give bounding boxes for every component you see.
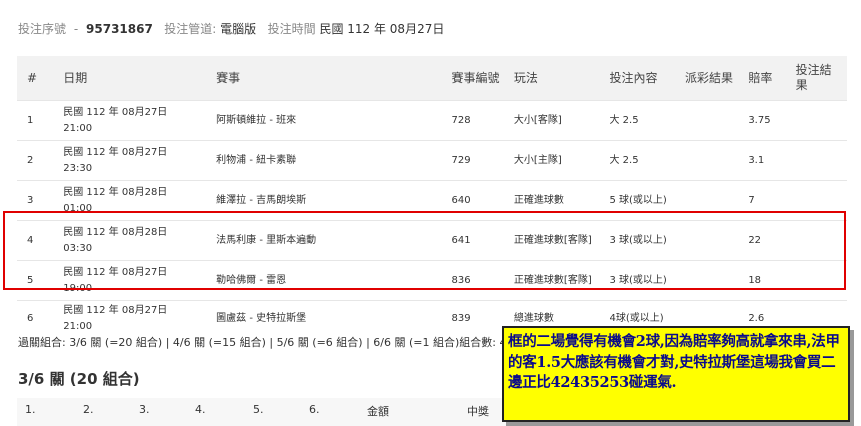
row-datetime: 民國 112 年 08月27日 21:00 <box>57 300 211 337</box>
row-date: 民國 112 年 08月27日 <box>63 305 168 316</box>
combo-subtitle: 3/6 關 (20 組合) <box>18 370 140 388</box>
col-header-match: 賽事 <box>210 56 446 101</box>
row-time: 23:30 <box>63 162 93 174</box>
combo-col-1: 1. <box>25 403 36 416</box>
row-payout <box>678 100 743 141</box>
row-datetime: 民國 112 年 08月27日 23:30 <box>57 140 211 181</box>
row-match-id: 728 <box>445 100 508 141</box>
time-label: 投注時間 <box>267 22 316 36</box>
annotation-note: 框的二場覺得有機會2球,因為賠率夠高就拿來串,法甲的客1.5大應該有機會才對,史… <box>502 326 850 422</box>
combo-col-4: 4. <box>195 403 206 416</box>
serial-value: 95731867 <box>86 22 153 36</box>
col-header-match-id: 賽事編號 <box>445 56 508 101</box>
row-match-id: 839 <box>445 300 508 337</box>
note-shadow-side <box>850 330 854 426</box>
combo-col-2: 2. <box>83 403 94 416</box>
col-header-payout: 派彩結果 <box>678 56 743 101</box>
combo-col-3: 3. <box>139 403 150 416</box>
row-time: 21:00 <box>63 321 93 332</box>
row-match: 利物浦 - 紐卡素聯 <box>210 140 446 181</box>
row-result <box>789 140 847 181</box>
row-match: 阿斯頓維拉 - 班來 <box>210 100 446 141</box>
row-datetime: 民國 112 年 08月27日 21:00 <box>57 100 211 141</box>
serial-label: 投注序號 <box>18 22 67 36</box>
parlay-summary: 過關組合: 3/6 關 (=20 組合) | 4/6 關 (=15 組合) | … <box>18 336 514 349</box>
combo-col-amount: 金額 <box>367 405 389 418</box>
col-header-no: # <box>17 56 58 101</box>
row-result <box>789 100 847 141</box>
row-odds: 3.1 <box>742 140 790 181</box>
col-header-result: 投注結果 <box>789 56 847 101</box>
combo-col-win: 中獎 <box>467 405 489 418</box>
row-no: 6 <box>17 300 58 337</box>
channel-value: 電腦版 <box>220 22 257 36</box>
table-header-row: # 日期 賽事 賽事編號 玩法 投注內容 派彩結果 賠率 投注結果 <box>17 56 847 101</box>
combo-col-5: 5. <box>253 403 264 416</box>
row-time: 21:00 <box>63 122 93 134</box>
time-value: 民國 112 年 08月27日 <box>319 22 445 36</box>
col-header-odds: 賠率 <box>742 56 790 101</box>
table-row: 2 民國 112 年 08月27日 23:30 利物浦 - 紐卡素聯 729 大小… <box>17 140 847 181</box>
row-payout <box>678 140 743 181</box>
col-header-play: 玩法 <box>507 56 604 101</box>
row-date: 民國 112 年 08月27日 <box>63 146 168 158</box>
row-play: 大小[主隊] <box>507 140 604 181</box>
table-row: 1 民國 112 年 08月27日 21:00 阿斯頓維拉 - 班來 728 大小… <box>17 100 847 141</box>
col-header-bet: 投注內容 <box>603 56 679 101</box>
row-match-id: 729 <box>445 140 508 181</box>
row-odds: 3.75 <box>742 100 790 141</box>
row-date: 民國 112 年 08月27日 <box>63 106 168 118</box>
highlight-box <box>3 211 846 290</box>
bet-info-bar: 投注序號 - 95731867 投注管道: 電腦版 投注時間 民國 112 年 … <box>18 22 445 36</box>
combo-col-6: 6. <box>309 403 320 416</box>
row-no: 2 <box>17 140 58 181</box>
row-match: 圖盧茲 - 史特拉斯堡 <box>210 300 446 337</box>
channel-label: 投注管道: <box>164 22 217 36</box>
row-play: 大小[客隊] <box>507 100 604 141</box>
row-bet: 大 2.5 <box>603 100 679 141</box>
bet-table: # 日期 賽事 賽事編號 玩法 投注內容 派彩結果 賠率 投注結果 1 民國 1… <box>17 56 847 337</box>
row-bet: 大 2.5 <box>603 140 679 181</box>
row-date: 民國 112 年 08月28日 <box>63 186 168 198</box>
row-no: 1 <box>17 100 58 141</box>
col-header-date: 日期 <box>57 56 211 101</box>
